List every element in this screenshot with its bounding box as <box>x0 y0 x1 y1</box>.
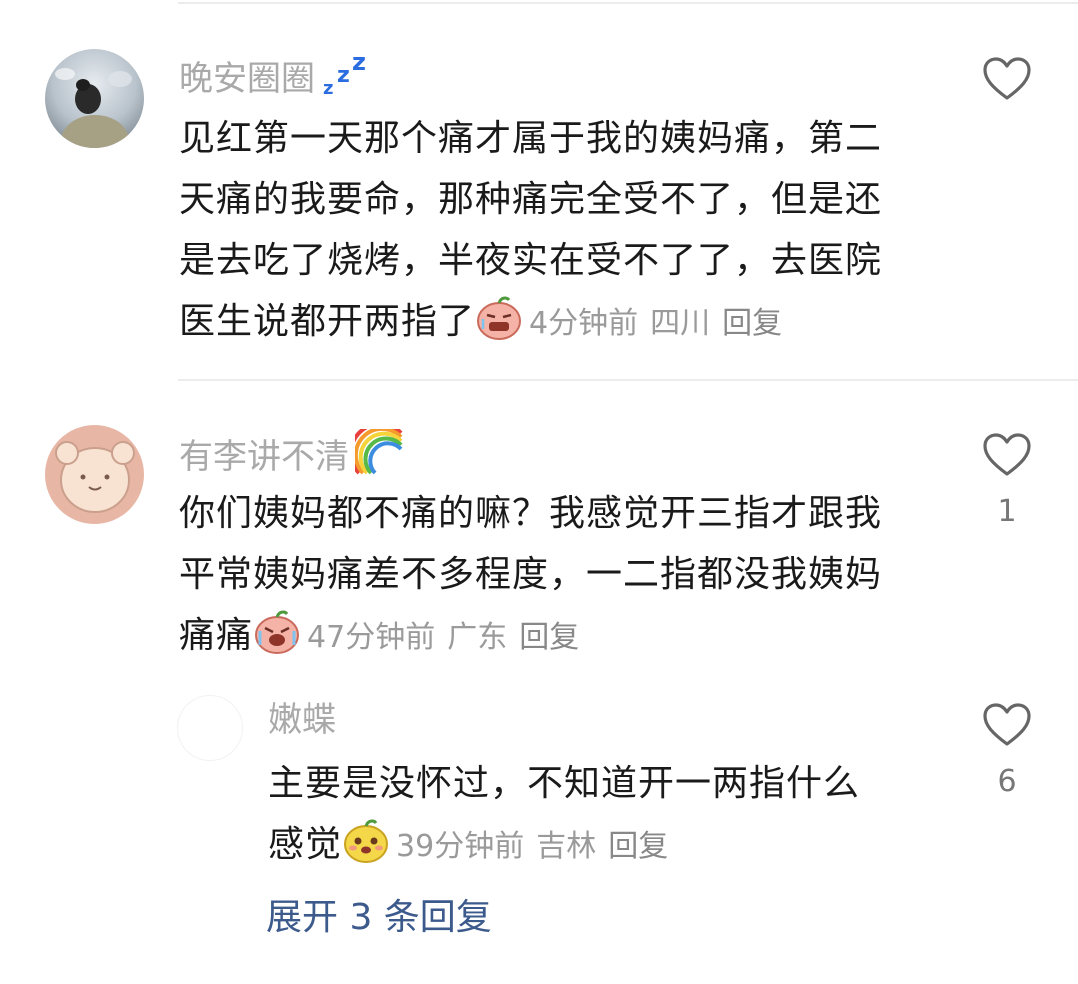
comment-last-line: 感觉 39分钟前 吉林 回复 <box>268 814 948 883</box>
reply-button[interactable]: 回复 <box>608 829 668 864</box>
heart-icon[interactable] <box>982 433 1032 482</box>
avatar[interactable] <box>45 49 144 148</box>
like-button[interactable]: 1 <box>975 432 1039 530</box>
zzz-icon: z z z <box>321 48 369 105</box>
comment-line: 主要是没怀过，不知道开一两指什么 <box>268 763 861 804</box>
comment-line: 平常姨妈痛差不多程度，一二指都没我姨妈 <box>179 554 883 595</box>
crying-sticker-icon <box>253 609 301 674</box>
comment-meta: 39分钟前 吉林 回复 <box>390 829 668 864</box>
comment-body: 见红第一天那个痛才属于我的姨妈痛，第二 天痛的我要命，那种痛完全受不了，但是还 … <box>179 108 959 360</box>
like-button[interactable]: 6 <box>975 702 1039 800</box>
comment-last-line: 痛痛 47分钟前 广东 回复 <box>179 605 959 674</box>
divider <box>178 379 1078 381</box>
avatar[interactable] <box>45 425 144 524</box>
reply-button[interactable]: 回复 <box>722 306 782 341</box>
comment-body: 主要是没怀过，不知道开一两指什么 感觉 39分钟前 吉林 回复 <box>268 753 948 883</box>
rainbow-icon <box>349 422 405 484</box>
username-text[interactable]: 嫩蝶 <box>268 700 336 740</box>
username[interactable]: 晚安圈圈 z z z <box>179 48 369 105</box>
comment-line: 医生说都开两指了 <box>179 301 476 342</box>
location: 四川 <box>650 306 711 341</box>
timestamp: 39分钟前 <box>396 829 525 864</box>
location: 广东 <box>447 620 508 655</box>
heart-icon[interactable] <box>982 57 1032 106</box>
username-text[interactable]: 晚安圈圈 <box>179 59 315 99</box>
username[interactable]: 有李讲不清 <box>179 422 405 484</box>
comment-line: 是去吃了烧烤，半夜实在受不了了，去医院 <box>179 240 883 281</box>
comment-meta: 4分钟前 四川 回复 <box>523 306 782 341</box>
crying-sticker-icon <box>475 295 523 360</box>
avatar[interactable] <box>177 695 243 761</box>
comment-line: 你们姨妈都不痛的嘛？我感觉开三指才跟我 <box>179 493 883 534</box>
expand-replies-button[interactable]: 展开 3 条回复 <box>266 896 492 940</box>
timestamp: 47分钟前 <box>307 620 436 655</box>
comment-last-line: 医生说都开两指了 4分钟前 四川 回复 <box>179 291 959 360</box>
like-count: 1 <box>997 494 1017 529</box>
svg-text:z: z <box>352 52 366 76</box>
comment-body: 你们姨妈都不痛的嘛？我感觉开三指才跟我 平常姨妈痛差不多程度，一二指都没我姨妈 … <box>179 483 959 674</box>
comment-line: 天痛的我要命，那种痛完全受不了，但是还 <box>179 179 883 220</box>
comment-line: 痛痛 <box>179 615 254 656</box>
svg-text:z: z <box>323 78 333 96</box>
comment-line: 见红第一天那个痛才属于我的姨妈痛，第二 <box>179 118 883 159</box>
location: 吉林 <box>536 829 597 864</box>
reply-button[interactable]: 回复 <box>519 620 579 655</box>
heart-icon[interactable] <box>982 703 1032 752</box>
svg-text:z: z <box>337 63 350 88</box>
like-button[interactable] <box>975 56 1039 106</box>
username-text[interactable]: 有李讲不清 <box>179 437 349 477</box>
smug-sticker-icon <box>342 818 390 883</box>
like-count: 6 <box>997 764 1017 799</box>
comment-line: 感觉 <box>268 824 343 865</box>
username[interactable]: 嫩蝶 <box>268 700 336 740</box>
divider <box>178 2 1078 4</box>
timestamp: 4分钟前 <box>529 306 639 341</box>
comment-thread: 晚安圈圈 z z z 见红第一天那个痛才属于我的姨妈痛，第二 天痛的我要命，那种… <box>0 0 1078 984</box>
comment-meta: 47分钟前 广东 回复 <box>301 620 579 655</box>
